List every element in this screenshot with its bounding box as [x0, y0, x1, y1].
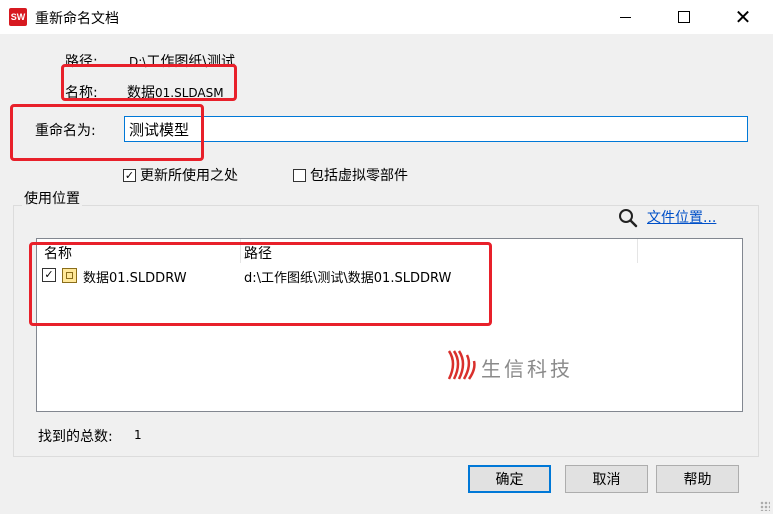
path-folder: 工作图纸\测试	[146, 54, 236, 70]
column-separator[interactable]	[240, 239, 241, 263]
watermark-mark-icon	[447, 350, 476, 380]
column-separator[interactable]	[637, 239, 638, 263]
close-button[interactable]: ✕	[720, 0, 766, 34]
minimize-button[interactable]	[602, 0, 648, 34]
minimize-icon	[619, 16, 631, 18]
update-usage-checkbox[interactable]: ✓ 更新所使用之处	[123, 165, 238, 185]
usage-group-title: 使用位置	[22, 188, 82, 208]
name-value: 数据01.SLDASM	[127, 82, 224, 102]
solidworks-app-icon: SW	[9, 8, 27, 26]
title-bar: SW 重新命名文档 ✕	[0, 0, 773, 34]
rename-label: 重命名为:	[35, 123, 96, 139]
drawing-file-icon	[62, 268, 77, 283]
file-location-link[interactable]: 文件位置...	[647, 207, 716, 227]
include-virtual-label: 包括虚拟零部件	[310, 168, 408, 184]
ok-button[interactable]: 确定	[468, 465, 551, 493]
resize-grip[interactable]	[760, 501, 770, 511]
help-button[interactable]: 帮助	[656, 465, 739, 493]
checkbox-checked-icon: ✓	[123, 168, 136, 182]
cancel-button[interactable]: 取消	[565, 465, 648, 493]
row-checkbox[interactable]: ✓	[42, 268, 56, 282]
rename-input[interactable]	[124, 116, 748, 142]
watermark-text: 生信科技	[481, 357, 573, 381]
path-label: 路径:	[65, 54, 98, 70]
column-header-path[interactable]: 路径	[244, 243, 272, 263]
list-item[interactable]: ✓ 数据01.SLDDRW d:\工作图纸\测试\数据01.SLDDRW	[37, 263, 742, 287]
search-icon[interactable]	[618, 208, 638, 228]
column-header-name[interactable]: 名称	[44, 243, 72, 263]
total-found-label: 找到的总数:	[38, 429, 113, 445]
window-title: 重新命名文档	[35, 11, 119, 27]
close-icon: ✕	[734, 5, 752, 29]
include-virtual-checkbox[interactable]: 包括虚拟零部件	[293, 165, 408, 185]
usage-list[interactable]: 名称 路径 ✓ 数据01.SLDDRW d:\工作图纸\测试\数据01.SLDD…	[36, 238, 743, 412]
name-label: 名称:	[65, 85, 98, 101]
checkbox-unchecked-icon	[293, 168, 306, 182]
path-drive: D:\	[129, 55, 147, 69]
maximize-icon	[678, 11, 690, 23]
name-value-base: 数据	[127, 85, 155, 101]
watermark-logo: 生信科技	[447, 349, 597, 381]
name-value-suffix: 01.SLDASM	[155, 86, 224, 100]
path-value: D:\工作图纸\测试	[129, 51, 235, 71]
row-path: d:\工作图纸\测试\数据01.SLDDRW	[244, 271, 452, 286]
total-found-value: 1	[134, 428, 142, 442]
update-usage-label: 更新所使用之处	[140, 168, 238, 184]
maximize-button[interactable]	[661, 0, 707, 34]
row-name: 数据01.SLDDRW	[83, 271, 187, 286]
